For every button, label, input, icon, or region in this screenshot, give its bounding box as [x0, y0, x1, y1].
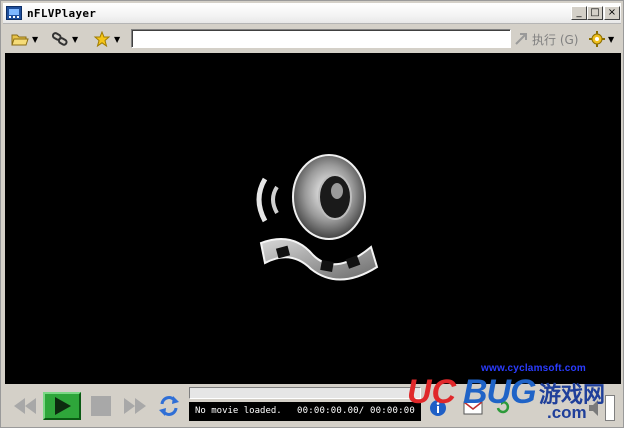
ucbug-logo: UC BUG 游戏网 .com: [407, 373, 624, 428]
chevron-down-icon: ▼: [32, 34, 39, 44]
chevron-down-icon: ▼: [72, 34, 79, 44]
star-icon: [93, 31, 111, 47]
status-display: No movie loaded. 00:00:00.00/ 00:00:00: [189, 402, 421, 421]
rewind-button[interactable]: [13, 397, 37, 415]
open-button[interactable]: ▼: [11, 29, 38, 49]
logo-com: .com: [547, 403, 587, 422]
window-title: nFLVPlayer: [27, 7, 97, 20]
folder-open-icon: [11, 34, 29, 46]
execute-label: 执行 (G): [532, 32, 579, 47]
link-icon: [51, 32, 68, 46]
logo-bug: BUG: [463, 373, 537, 411]
fast-forward-button[interactable]: [123, 397, 147, 415]
arrow-icon: [515, 33, 527, 45]
time-display: 00:00:00.00/ 00:00:00: [297, 406, 415, 416]
minimize-button[interactable]: _: [571, 6, 587, 20]
close-button[interactable]: ×: [604, 6, 620, 20]
title-bar[interactable]: nFLVPlayer _ □ ×: [3, 3, 621, 24]
url-input[interactable]: [131, 29, 511, 48]
link-button[interactable]: ▼: [51, 29, 78, 49]
speaker-film-icon: [256, 154, 379, 281]
chevron-down-icon: ▼: [608, 34, 615, 44]
favorites-button[interactable]: ▼: [93, 29, 120, 49]
seek-bar[interactable]: [189, 387, 421, 399]
chevron-down-icon: ▼: [114, 34, 121, 44]
play-button[interactable]: [43, 392, 81, 420]
toolbar: ▼ ▼ ▼ 执行 (G) ▼: [3, 25, 621, 53]
maximize-button[interactable]: □: [587, 6, 603, 20]
repeat-button[interactable]: [158, 395, 180, 417]
execute-button[interactable]: 执行 (G): [515, 30, 578, 48]
app-icon: [6, 6, 22, 20]
logo-uc: UC: [407, 373, 457, 411]
play-icon: [55, 397, 71, 415]
video-display[interactable]: www.cyclamsoft.com: [5, 53, 621, 384]
stop-button[interactable]: [91, 396, 111, 416]
gear-icon: [589, 31, 605, 47]
app-window: nFLVPlayer _ □ × ▼ ▼ ▼ 执行 (G) ▼ www.cycl…: [0, 0, 624, 428]
status-message: No movie loaded.: [195, 406, 282, 416]
settings-button[interactable]: ▼: [589, 29, 614, 49]
